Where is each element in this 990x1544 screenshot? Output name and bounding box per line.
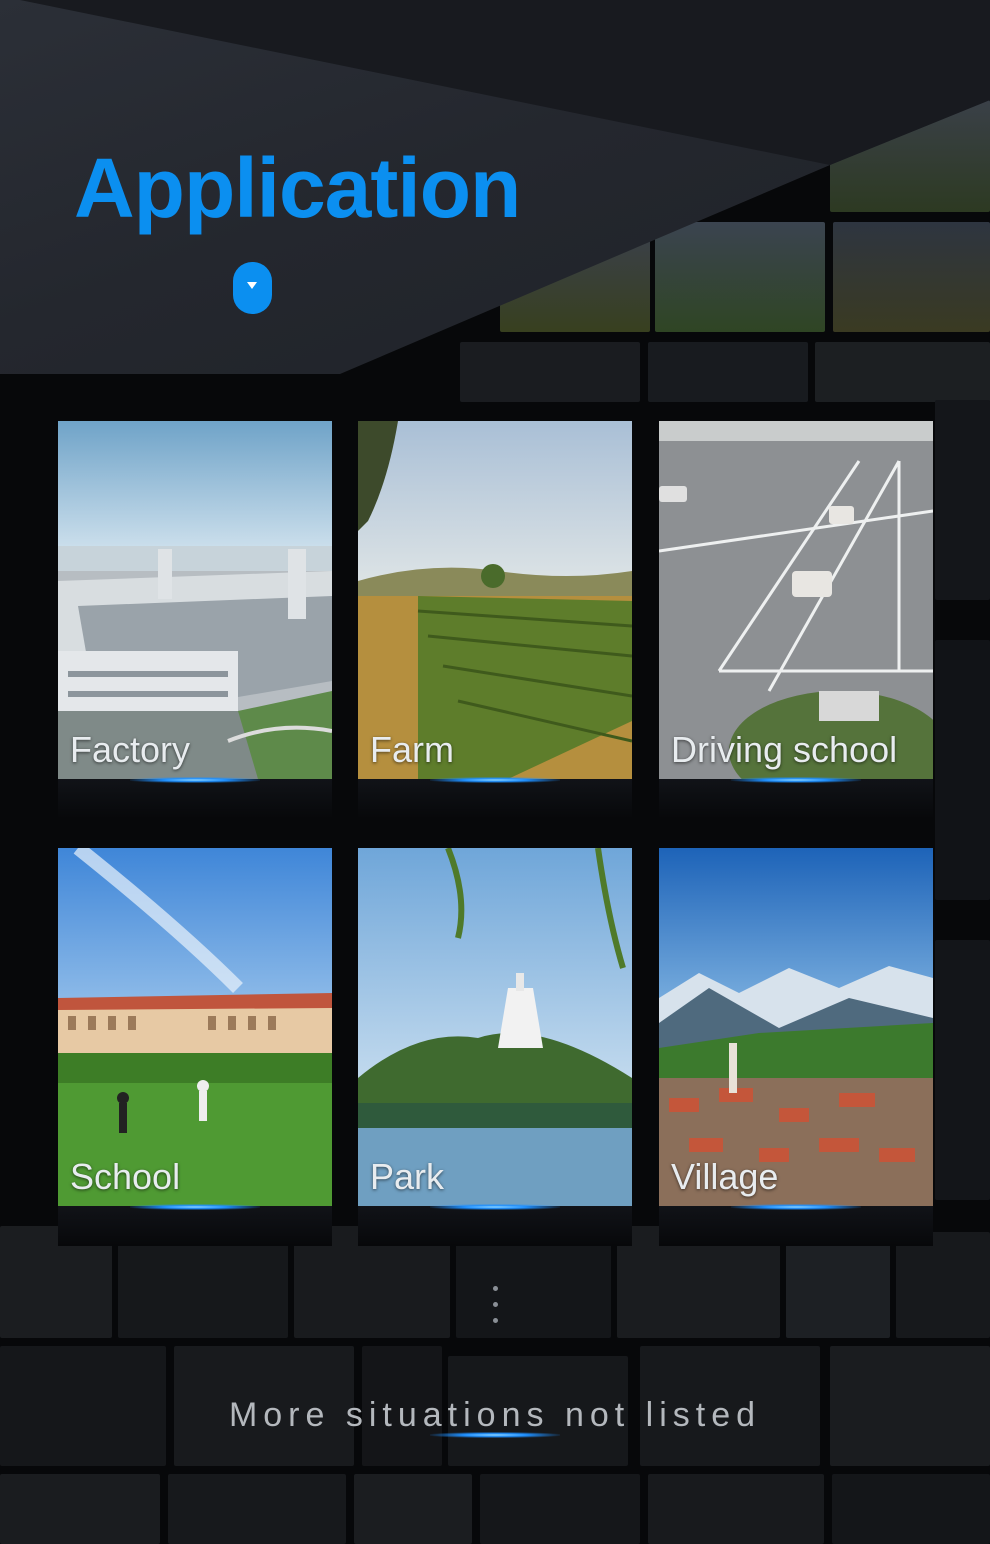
card-label: Factory bbox=[70, 729, 191, 770]
card-farm[interactable]: Farm bbox=[358, 421, 632, 779]
card-reflection bbox=[358, 1206, 632, 1246]
card-village[interactable]: Village bbox=[659, 848, 933, 1206]
driving-school-photo bbox=[659, 421, 933, 779]
card-glow bbox=[430, 777, 560, 783]
card-driving-school[interactable]: Driving school bbox=[659, 421, 933, 779]
more-text-glow bbox=[430, 1432, 560, 1438]
card-glow bbox=[130, 777, 260, 783]
card-reflection bbox=[659, 779, 933, 819]
card-reflection bbox=[659, 1206, 933, 1246]
card-label: Farm bbox=[370, 729, 454, 770]
more-situations-text: More situations not listed bbox=[228, 1396, 762, 1434]
card-label: Park bbox=[370, 1156, 445, 1197]
card-glow bbox=[731, 1204, 861, 1210]
card-park[interactable]: Park bbox=[358, 848, 632, 1206]
scroll-down-button[interactable] bbox=[233, 262, 272, 314]
farm-photo bbox=[358, 421, 632, 779]
more-indicator-dots bbox=[493, 1286, 499, 1334]
card-school[interactable]: School bbox=[58, 848, 332, 1206]
card-label: School bbox=[70, 1156, 181, 1197]
card-reflection bbox=[58, 1206, 332, 1246]
card-label: Driving school bbox=[671, 729, 898, 770]
card-label: Village bbox=[671, 1156, 779, 1197]
factory-photo bbox=[58, 421, 332, 779]
chevron-down-icon bbox=[247, 282, 257, 289]
page-title: Application bbox=[74, 141, 521, 235]
card-glow bbox=[731, 777, 861, 783]
card-glow bbox=[430, 1204, 560, 1210]
park-photo bbox=[358, 848, 632, 1206]
card-glow bbox=[130, 1204, 260, 1210]
village-photo bbox=[659, 848, 933, 1206]
card-reflection bbox=[358, 779, 632, 819]
card-factory[interactable]: Factory bbox=[58, 421, 332, 779]
school-photo bbox=[58, 848, 332, 1206]
card-reflection bbox=[58, 779, 332, 819]
